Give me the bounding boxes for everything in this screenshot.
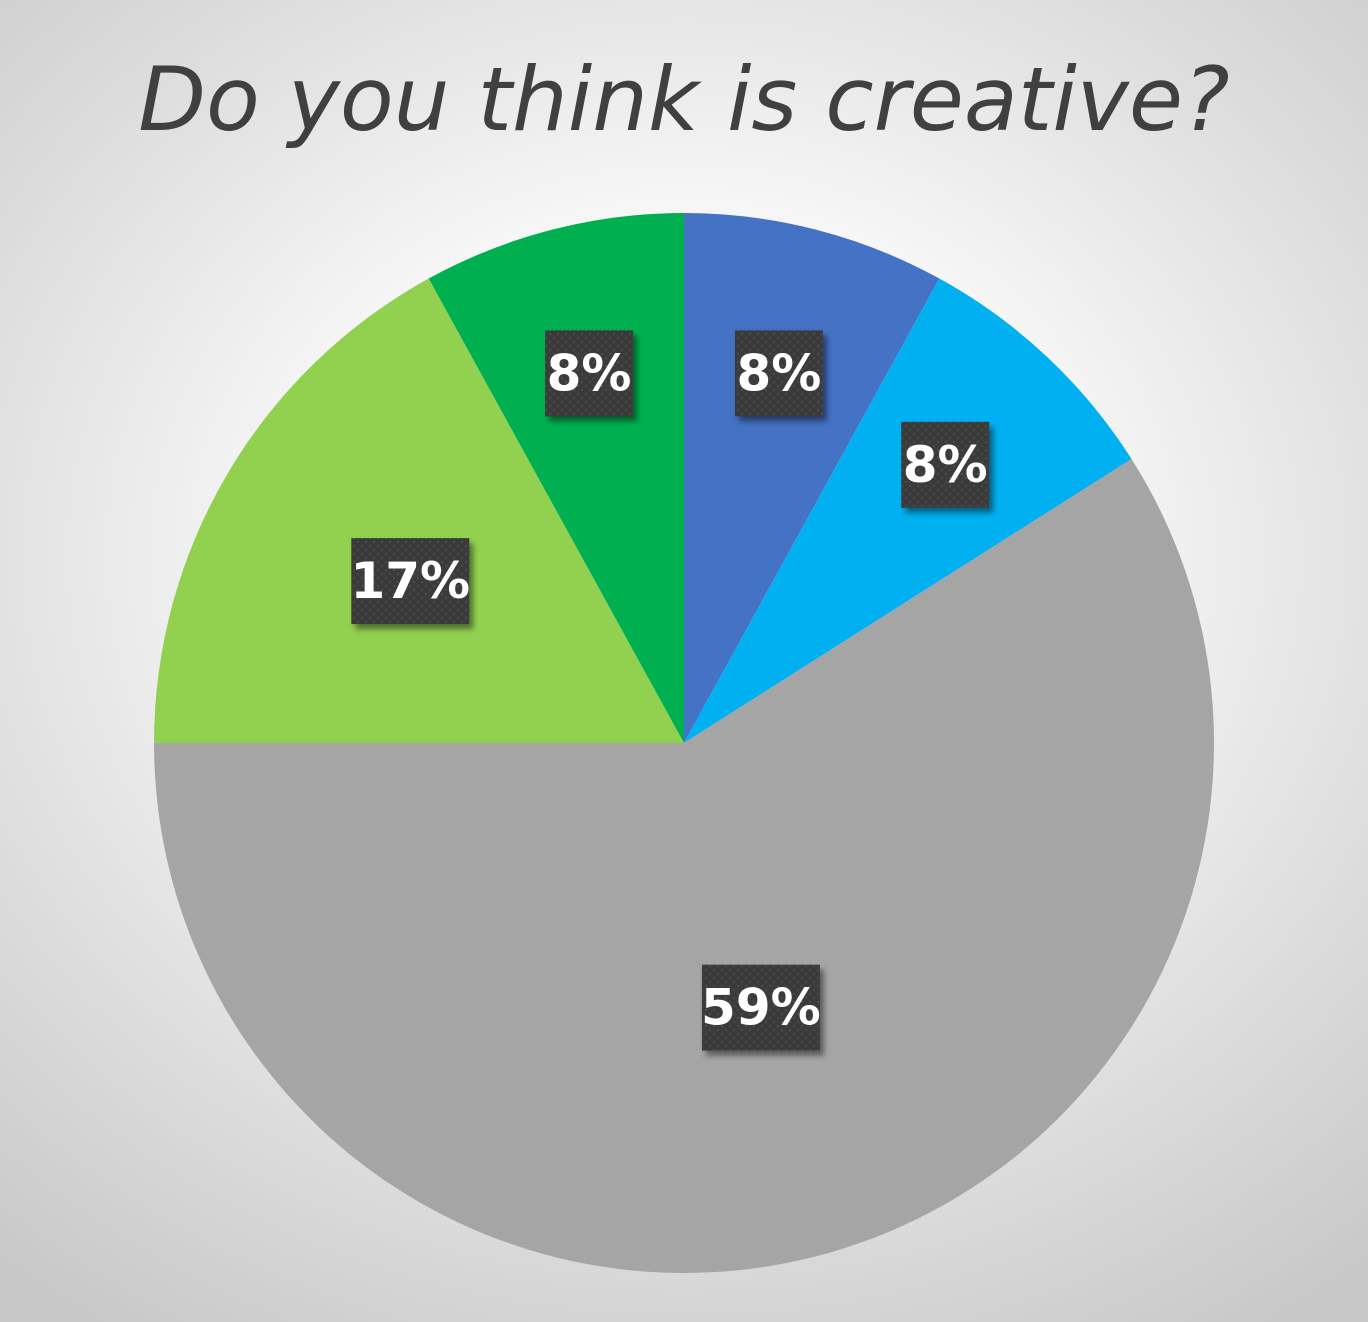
data-label: 8%	[545, 330, 634, 417]
data-label-text: 59%	[701, 979, 821, 1037]
chart-area: Do you think is creative? 8% 8% 59% 17% 8%	[0, 0, 1368, 1322]
data-label-text: 8%	[736, 344, 821, 402]
data-label-text: 8%	[903, 436, 988, 494]
data-label: 17%	[350, 538, 470, 625]
data-label: 59%	[701, 964, 821, 1051]
data-label: 8%	[901, 421, 990, 508]
data-label: 8%	[734, 330, 823, 417]
data-label-text: 8%	[547, 344, 632, 402]
data-label-text: 17%	[350, 552, 470, 610]
pie-chart: 8% 8% 59% 17% 8%	[154, 213, 1214, 1274]
